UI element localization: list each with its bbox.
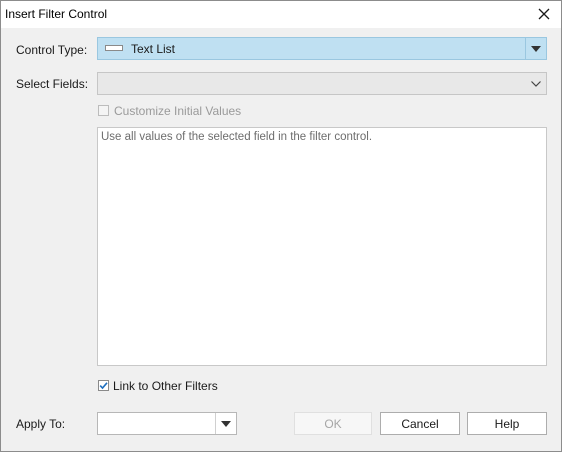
control-type-dropdown[interactable]: Text List: [97, 37, 547, 60]
link-to-other-filters-checkbox[interactable]: [98, 380, 109, 391]
control-type-label: Control Type:: [16, 43, 88, 57]
link-to-other-filters-label: Link to Other Filters: [113, 379, 218, 393]
select-fields-dropdown[interactable]: [97, 72, 547, 95]
customize-initial-values-checkbox[interactable]: [98, 105, 109, 116]
close-icon: [538, 8, 550, 20]
select-fields-arrow-button[interactable]: [526, 73, 546, 94]
title-bar: Insert Filter Control: [1, 1, 561, 28]
apply-to-dropdown[interactable]: [97, 412, 237, 435]
apply-to-label: Apply To:: [16, 417, 66, 431]
text-list-icon: [105, 45, 123, 51]
customize-initial-values-label: Customize Initial Values: [114, 104, 242, 118]
close-button[interactable]: [531, 3, 557, 25]
control-type-value: Text List: [131, 42, 176, 56]
description-text: Use all values of the selected field in …: [101, 131, 373, 143]
dialog-title: Insert Filter Control: [5, 7, 108, 21]
apply-to-arrow-button[interactable]: [215, 413, 236, 434]
help-button[interactable]: Help: [467, 412, 547, 435]
triangle-down-icon: [221, 420, 231, 427]
cancel-button[interactable]: Cancel: [380, 412, 460, 435]
insert-filter-control-dialog: Insert Filter Control Control Type: Text…: [0, 0, 562, 452]
select-fields-label: Select Fields:: [16, 77, 89, 91]
chevron-down-icon: [531, 80, 541, 87]
description-area: Use all values of the selected field in …: [97, 127, 547, 366]
checkmark-icon: [99, 382, 108, 390]
triangle-down-icon: [531, 45, 541, 52]
ok-button[interactable]: OK: [294, 412, 372, 435]
control-type-arrow-button[interactable]: [525, 38, 546, 59]
